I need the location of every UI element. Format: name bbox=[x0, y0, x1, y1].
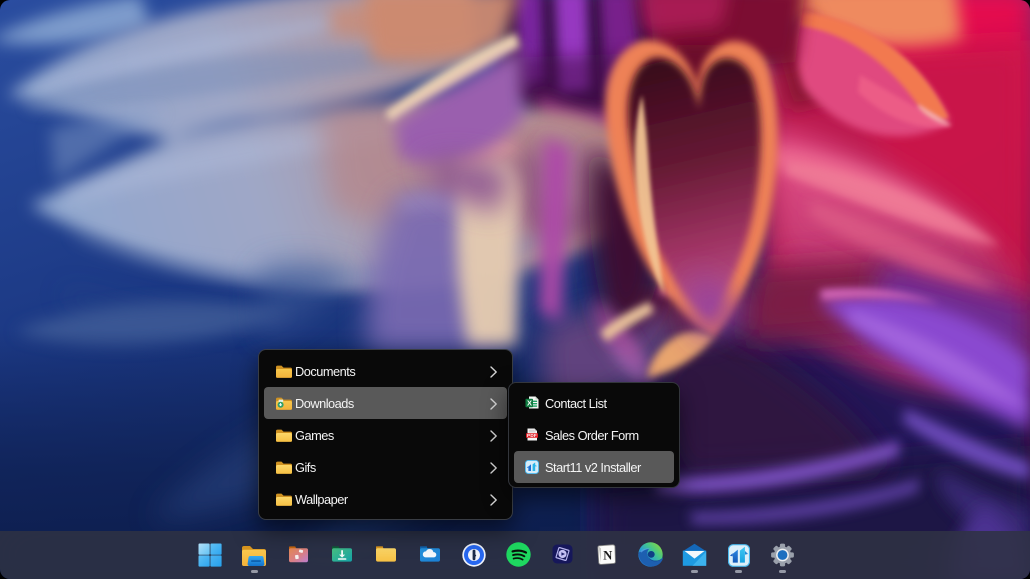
svg-text:X: X bbox=[527, 399, 532, 408]
svg-text:PDF: PDF bbox=[527, 433, 537, 438]
svg-text:N: N bbox=[603, 548, 612, 562]
